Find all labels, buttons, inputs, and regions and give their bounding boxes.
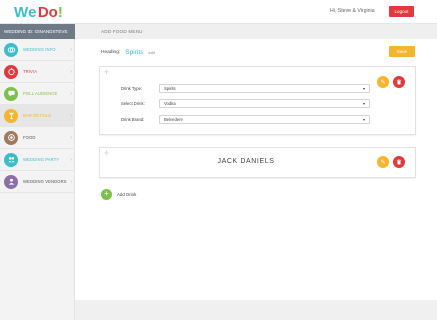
sidebar-item-label: BAR DETAILS (23, 113, 52, 118)
sidebar-item-poll-audience[interactable]: POLL AUDIENCE › (0, 83, 75, 105)
add-drink-button[interactable]: + Add Drink (101, 188, 136, 200)
trivia-icon (4, 64, 18, 79)
add-drink-label: Add Drink (117, 191, 137, 197)
chevron-right-icon: › (70, 178, 72, 185)
chevron-right-icon: › (70, 134, 72, 141)
edit-pencil-icon[interactable]: ✎ (377, 156, 389, 168)
footer-bar (75, 300, 437, 320)
select-drink-label: Select Drink: (121, 100, 145, 106)
sidebar-item-label: TRIVIA (23, 69, 38, 74)
delete-trash-icon[interactable] (393, 156, 405, 168)
food-icon (4, 130, 18, 145)
drink-brand-row: Drink Brand: Belvedere ▾ (121, 114, 370, 124)
heading-label: Heading: (101, 49, 121, 55)
drink-brand-value: Belvedere (164, 116, 183, 122)
drink-brand-label: Drink Brand: (121, 116, 145, 122)
chevron-right-icon: › (70, 156, 72, 163)
drink-type-value: Spirits (164, 85, 176, 91)
logo-we: We (14, 3, 37, 21)
logo-bang: ! (57, 3, 63, 21)
drink-type-label: Drink Type: (121, 85, 143, 91)
save-button[interactable]: Save (389, 46, 415, 57)
heading-value: Spirits (125, 48, 144, 56)
sidebar-item-label: FOOD (23, 135, 36, 140)
sidebar-item-wedding-info[interactable]: WEDDING INFO › (0, 39, 75, 61)
drink-card-saved: ✛ JACK DANIELS ✎ (99, 147, 416, 178)
heading-row: Heading: Spirits edit (101, 46, 155, 58)
user-greeting: Hi, Steve & Virginia (330, 8, 375, 14)
sidebar-item-food[interactable]: FOOD › (0, 127, 75, 149)
drink-type-row: Drink Type: Spirits ▾ (121, 83, 370, 93)
sidebar-item-label: WEDDING PARTY (23, 157, 60, 162)
edit-pencil-icon[interactable]: ✎ (377, 76, 389, 88)
sidebar-item-bar-details[interactable]: BAR DETAILS › (0, 105, 75, 127)
vendors-icon (4, 174, 18, 189)
drag-handle-icon[interactable]: ✛ (104, 150, 109, 157)
select-drink-row: Select Drink: Vodka ▾ (121, 98, 370, 108)
delete-trash-icon[interactable] (393, 76, 405, 88)
sub-header: WEDDING ID: GINANDSTEVE ADD FOOD MENU (0, 24, 437, 39)
logo-do: Do (37, 3, 58, 21)
wedding-id-label: WEDDING ID: GINANDSTEVE (0, 24, 75, 39)
chat-icon (4, 86, 18, 101)
sidebar-item-label: WEDDING VENDORS (23, 179, 67, 184)
page-title: ADD FOOD MENU (101, 29, 143, 34)
rings-icon (4, 42, 18, 57)
wedo-logo[interactable]: We Do! (14, 3, 63, 21)
sidebar-item-wedding-party[interactable]: WEDDING PARTY › (0, 149, 75, 171)
drink-brand-select[interactable]: Belvedere ▾ (159, 114, 370, 124)
chevron-right-icon: › (70, 46, 72, 53)
sidebar-item-label: POLL AUDIENCE (23, 91, 58, 96)
heading-edit-link[interactable]: edit (149, 50, 155, 55)
select-drink-value: Vodka (164, 100, 176, 106)
glass-icon (4, 108, 18, 123)
sidebar-item-wedding-vendors[interactable]: WEDDING VENDORS › (0, 171, 75, 193)
top-header: We Do! Hi, Steve & Virginia Logout (0, 0, 437, 24)
plus-icon: + (101, 188, 112, 200)
dropdown-caret-icon: ▾ (362, 100, 365, 106)
chevron-right-icon: › (70, 112, 72, 119)
chevron-right-icon: › (70, 68, 72, 75)
select-drink-select[interactable]: Vodka ▾ (159, 98, 370, 108)
sidebar-item-label: WEDDING INFO (23, 47, 56, 52)
drink-card-editing: ✛ ✎ Drink Type: Spirits ▾ Select Drink: … (99, 66, 416, 135)
sidebar: WEDDING INFO › TRIVIA › POLL AUDIENCE › … (0, 39, 75, 320)
dropdown-caret-icon: ▾ (362, 116, 365, 122)
logout-button[interactable]: Logout (389, 6, 414, 17)
dropdown-caret-icon: ▾ (362, 85, 365, 91)
party-icon (4, 152, 18, 167)
drink-name: JACK DANIELS (217, 158, 275, 165)
sidebar-item-trivia[interactable]: TRIVIA › (0, 61, 75, 83)
drink-type-select[interactable]: Spirits ▾ (159, 83, 370, 93)
chevron-right-icon: › (70, 90, 72, 97)
drag-handle-icon[interactable]: ✛ (104, 69, 109, 76)
